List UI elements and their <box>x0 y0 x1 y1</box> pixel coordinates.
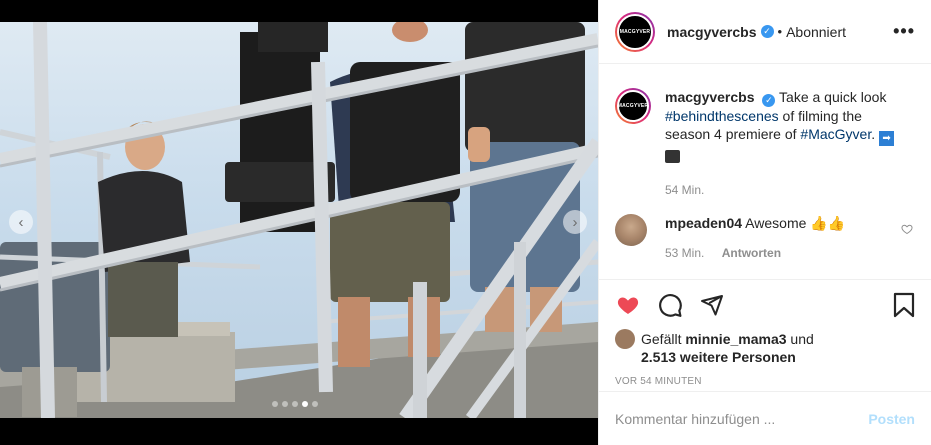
add-comment-section: Posten <box>599 391 931 445</box>
action-bar <box>615 280 915 330</box>
heart-filled-icon[interactable] <box>615 293 641 317</box>
previous-slide-button[interactable]: ‹ <box>9 210 33 234</box>
caption-row: MACGYVER macgyvercbs ✓ Take a quick look… <box>615 88 915 199</box>
others-likes-link[interactable]: 2.513 weitere Personen <box>641 349 796 365</box>
reply-button[interactable]: Antworten <box>722 246 781 260</box>
follow-button[interactable]: Abonniert <box>786 24 846 40</box>
account-username[interactable]: macgyvercbs <box>667 24 757 40</box>
first-liker-username[interactable]: minnie_mama3 <box>685 331 786 347</box>
account-avatar-logo: MACGYVER <box>617 13 653 50</box>
chevron-left-icon: ‹ <box>18 213 24 231</box>
caption-body-start: Take a quick look <box>779 89 887 105</box>
likes-text: Gefällt minnie_mama3 und 2.513 weitere P… <box>641 330 814 366</box>
post-comment-button[interactable]: Posten <box>868 411 915 427</box>
slide-dot-active <box>302 401 308 407</box>
caption-avatar-logo: MACGYVER <box>617 90 649 122</box>
post-header: MACGYVER macgyvercbs ✓ • Abonniert ••• <box>599 0 931 64</box>
comment-meta: 53 Min. Antworten <box>665 244 905 262</box>
post-sidebar: MACGYVER macgyvercbs ✓ • Abonniert ••• M… <box>598 0 931 445</box>
comments-list: MACGYVER macgyvercbs ✓ Take a quick look… <box>599 64 931 278</box>
heart-outline-icon[interactable] <box>901 223 913 235</box>
slide-dot <box>282 401 288 407</box>
comment-username[interactable]: mpeaden04 <box>665 215 742 231</box>
post-actions: Gefällt minnie_mama3 und 2.513 weitere P… <box>599 279 931 391</box>
slide-indicator <box>272 401 318 407</box>
verified-badge-icon: ✓ <box>762 93 776 107</box>
liker-avatar[interactable] <box>615 329 635 349</box>
bookmark-icon[interactable] <box>893 292 915 318</box>
verified-badge-icon: ✓ <box>760 25 774 38</box>
hashtag-link[interactable]: #behindthescenes <box>665 108 779 124</box>
comment-body: Awesome 👍👍 <box>745 215 846 231</box>
more-options-icon[interactable]: ••• <box>893 21 915 42</box>
caption-body-end: . <box>871 125 876 142</box>
hashtag-link[interactable]: #MacGyver <box>800 126 871 142</box>
chevron-right-icon: › <box>572 213 578 231</box>
commenter-avatar[interactable] <box>615 214 647 246</box>
paper-plane-icon[interactable] <box>699 293 725 317</box>
comment-text: mpeaden04 Awesome 👍👍 53 Min. Antworten <box>665 214 905 262</box>
caption-time[interactable]: 54 Min. <box>665 183 704 197</box>
caption-avatar[interactable]: MACGYVER <box>615 88 651 124</box>
likes-prefix: Gefällt <box>641 331 682 347</box>
account-avatar[interactable]: MACGYVER <box>615 11 655 52</box>
header-separator: • <box>777 24 783 39</box>
camera-emoji-icon <box>665 149 680 163</box>
post-media: ‹ › <box>0 0 598 445</box>
comment-icon[interactable] <box>657 292 683 318</box>
post-photo <box>0 22 598 418</box>
caption-meta: 54 Min. <box>665 181 905 199</box>
comment-time[interactable]: 53 Min. <box>665 246 704 260</box>
arrow-emoji-icon: ➡ <box>879 130 895 146</box>
slide-dot <box>312 401 318 407</box>
slide-dot <box>292 401 298 407</box>
likes-connector: und <box>790 331 814 347</box>
likes-summary: Gefällt minnie_mama3 und 2.513 weitere P… <box>615 329 915 366</box>
slide-dot <box>272 401 278 407</box>
comment-row: mpeaden04 Awesome 👍👍 53 Min. Antworten <box>615 214 915 262</box>
film-set-photo <box>0 22 598 418</box>
comment-input[interactable] <box>615 410 869 427</box>
caption-username[interactable]: macgyvercbs <box>665 89 755 105</box>
caption-text: macgyvercbs ✓ Take a quick look #behindt… <box>665 88 905 199</box>
post-timestamp[interactable]: VOR 54 MINUTEN <box>615 376 915 387</box>
next-slide-button[interactable]: › <box>563 210 587 234</box>
